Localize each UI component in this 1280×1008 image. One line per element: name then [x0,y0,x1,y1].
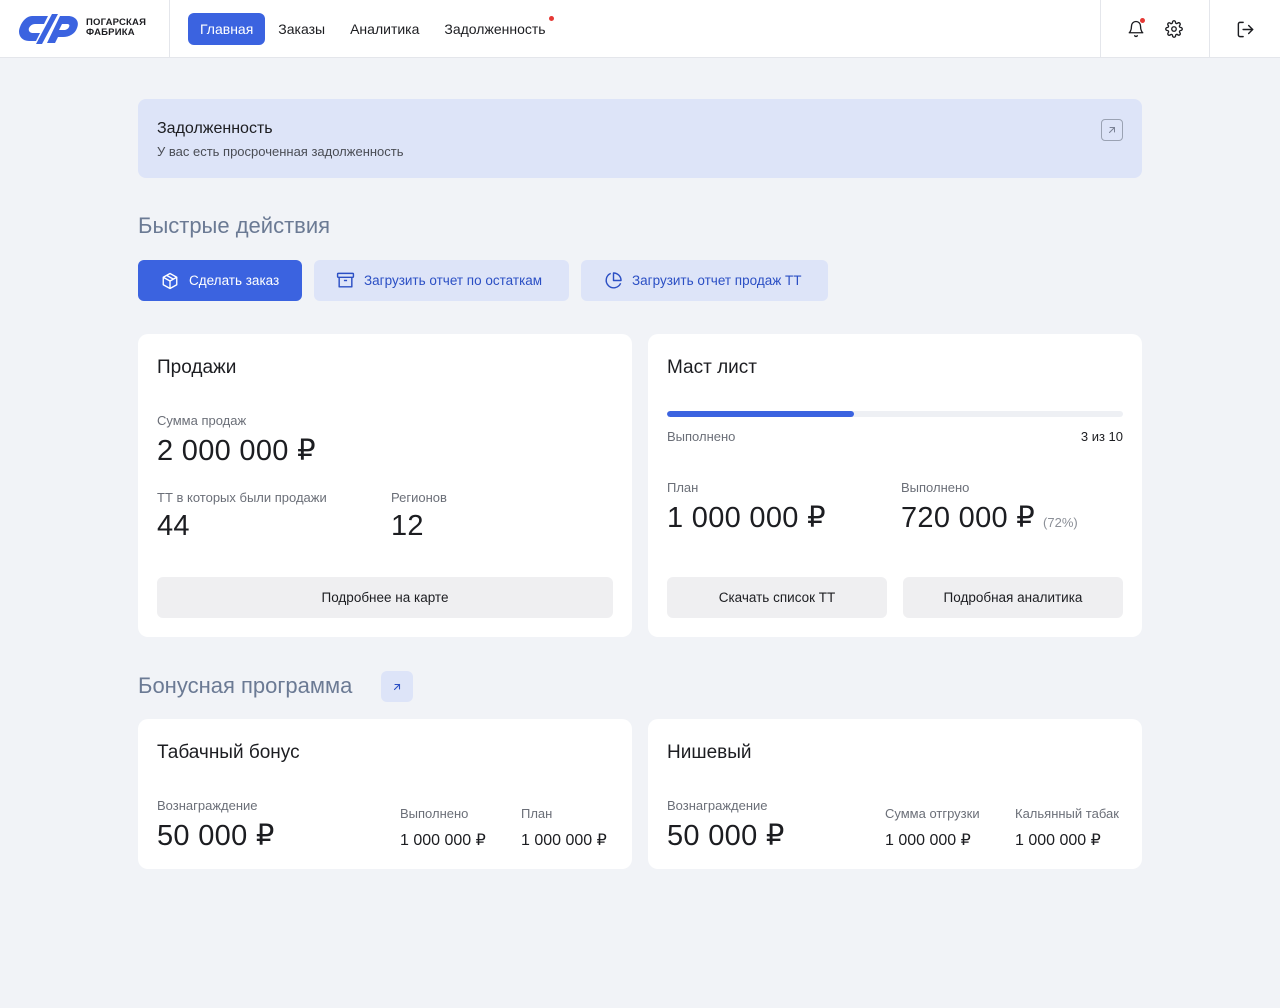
header-divider [1100,0,1101,58]
pie-chart-icon [603,271,623,291]
sales-sum-label: Сумма продаж [157,413,247,428]
top-header: ПОГАРСКАЯ ФАБРИКА Главная Заказы Аналити… [0,0,1280,58]
nav-item-home[interactable]: Главная [188,13,266,45]
tobacco-done-label: Выполнено [400,806,469,821]
nav-item-analytics[interactable]: Аналитика [338,13,431,45]
brand-name: ПОГАРСКАЯ ФАБРИКА [86,17,147,38]
sales-sum-value: 2 000 000 ₽ [157,435,316,467]
bonus-program-link-button[interactable] [381,671,413,702]
tobacco-plan-label: План [521,806,553,821]
niche-hookah-value: 1 000 000 ₽ [1015,832,1101,849]
bell-icon[interactable] [1124,17,1148,41]
niche-shipment-label: Сумма отгрузки [885,806,980,821]
must-list-done-label: Выполнено [667,429,736,444]
logout-icon[interactable] [1233,17,1257,41]
upload-stock-report-button[interactable]: Загрузить отчет по остаткам [314,260,569,301]
must-list-executed-label: Выполнено [901,480,970,495]
must-list-plan-label: План [667,480,699,495]
alert-title: Задолженность [157,120,273,137]
notification-dot [548,16,554,21]
sales-regions-value: 12 [391,510,424,542]
sales-card-title: Продажи [157,357,237,378]
sales-tt-label: ТТ в которых были продажи [157,490,327,505]
alert-text: У вас есть просроченная задолженность [157,144,404,159]
notification-dot [1140,18,1145,23]
box-icon [160,271,180,291]
upload-stock-report-label: Загрузить отчет по остаткам [364,273,543,288]
brand-logo[interactable]: ПОГАРСКАЯ ФАБРИКА [18,10,146,46]
must-list-progress-fill [667,411,854,417]
sales-regions-label: Регионов [391,490,447,505]
must-list-progress [667,411,1123,417]
quick-actions-title: Быстрые действия [138,213,331,238]
make-order-button[interactable]: Сделать заказ [138,260,302,301]
map-details-button[interactable]: Подробнее на карте [157,577,613,618]
main-nav: Главная Заказы Аналитика Задолженность [188,13,559,45]
make-order-label: Сделать заказ [189,273,280,288]
must-list-card-title: Маст лист [667,357,757,378]
must-list-executed-value: 720 000 ₽ [901,502,1036,534]
must-list-done-count: 3 из 10 [1080,429,1123,444]
niche-shipment-value: 1 000 000 ₽ [885,832,971,849]
header-divider [169,0,170,58]
detailed-analytics-button[interactable]: Подробная аналитика [903,577,1123,618]
sales-tt-value: 44 [157,510,190,542]
brand-logo-icon [19,14,78,44]
tobacco-reward-value: 50 000 ₽ [157,820,275,852]
must-list-plan-value: 1 000 000 ₽ [667,502,826,534]
niche-reward-label: Вознаграждение [667,798,768,813]
gear-icon[interactable] [1162,17,1186,41]
header-divider [1209,0,1210,58]
nav-item-debt-label: Задолженность [444,21,546,37]
nav-item-debt[interactable]: Задолженность [432,13,557,45]
upload-sales-report-label: Загрузить отчет продаж ТТ [632,273,802,288]
download-tt-list-button[interactable]: Скачать список ТТ [667,577,887,618]
must-list-executed-pct: (72%) [1043,515,1078,530]
niche-bonus-card: Нишевый Вознаграждение 50 000 ₽ Сумма от… [648,719,1142,869]
sales-card: Продажи Сумма продаж 2 000 000 ₽ ТТ в ко… [138,334,632,637]
must-list-executed: 720 000 ₽ (72%) [901,500,1078,535]
tobacco-reward-label: Вознаграждение [157,798,258,813]
niche-bonus-title: Нишевый [667,742,752,763]
tobacco-done-value: 1 000 000 ₽ [400,832,486,849]
archive-icon [335,271,355,291]
tobacco-bonus-title: Табачный бонус [157,742,300,763]
tobacco-plan-value: 1 000 000 ₽ [521,832,607,849]
upload-sales-report-button[interactable]: Загрузить отчет продаж ТТ [581,260,828,301]
bonus-program-title: Бонусная программа [138,673,353,698]
tobacco-bonus-card: Табачный бонус Вознаграждение 50 000 ₽ В… [138,719,632,869]
niche-reward-value: 50 000 ₽ [667,820,785,852]
must-list-card: Маст лист Выполнено 3 из 10 План 1 000 0… [648,334,1142,637]
debt-alert[interactable]: Задолженность У вас есть просроченная за… [138,99,1142,178]
niche-hookah-label: Кальянный табак [1015,806,1119,821]
arrow-up-right-icon [393,683,401,690]
arrow-up-right-icon[interactable] [1101,119,1123,141]
nav-item-orders[interactable]: Заказы [266,13,337,45]
